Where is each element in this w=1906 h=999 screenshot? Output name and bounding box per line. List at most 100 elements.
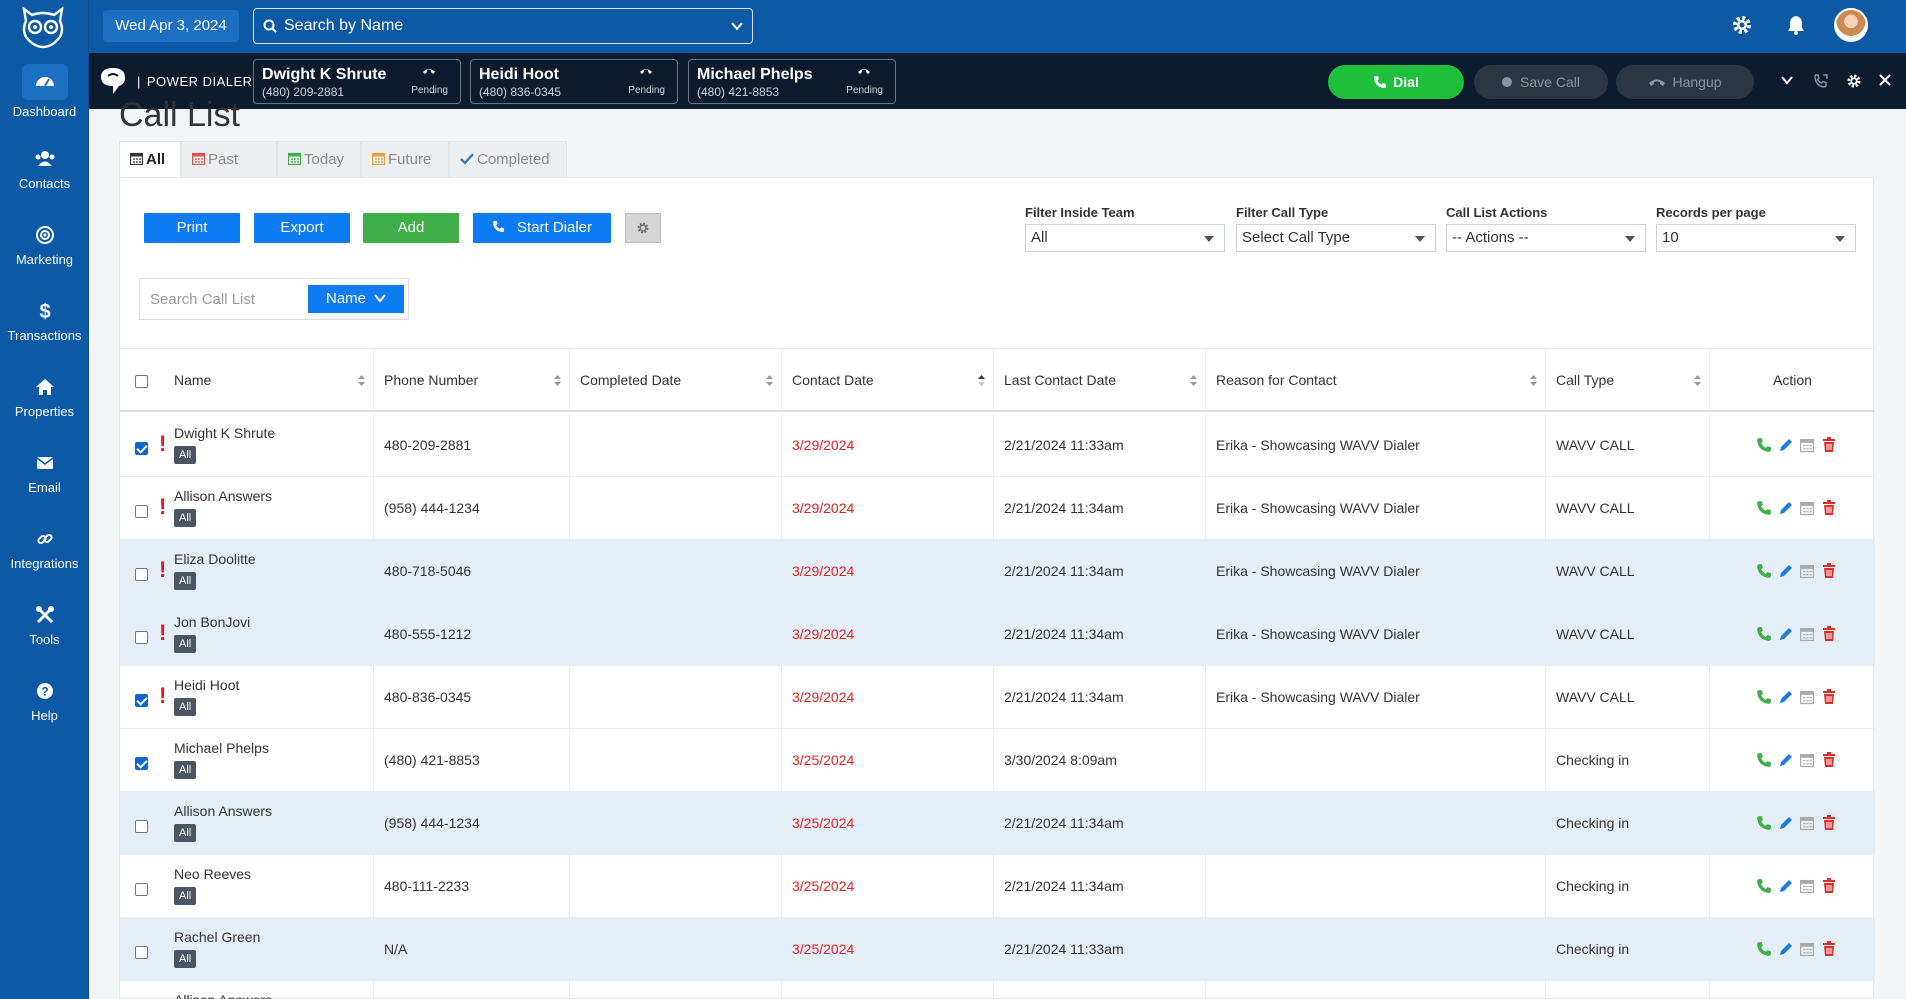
sidebar-item-properties[interactable]: Properties — [0, 376, 89, 419]
row-checkbox[interactable] — [135, 694, 148, 707]
edit-pencil-icon[interactable] — [1778, 878, 1794, 896]
table-row[interactable]: Allison AnswersAll — [120, 981, 1875, 999]
filter-call-type-select[interactable]: Select Call Type — [1236, 224, 1436, 252]
delete-trash-icon[interactable] — [1822, 689, 1838, 707]
row-checkbox[interactable] — [135, 505, 148, 518]
sidebar-item-marketing[interactable]: Marketing — [0, 224, 89, 267]
edit-pencil-icon[interactable] — [1778, 941, 1794, 959]
tab-future[interactable]: Future — [361, 141, 449, 177]
export-button[interactable]: Export — [254, 213, 350, 243]
delete-trash-icon[interactable] — [1822, 878, 1838, 896]
add-button[interactable]: Add — [363, 213, 459, 243]
contact-name-link[interactable]: Dwight K Shrute — [174, 425, 275, 441]
notification-bell-icon[interactable] — [1785, 14, 1807, 36]
column-header-completed-date[interactable]: Completed Date — [570, 349, 782, 411]
delete-trash-icon[interactable] — [1822, 626, 1838, 644]
contact-name-link[interactable]: Heidi Hoot — [174, 677, 239, 693]
edit-pencil-icon[interactable] — [1778, 689, 1794, 707]
sidebar-item-transactions[interactable]: $ Transactions — [0, 300, 89, 343]
reschedule-calendar-icon[interactable] — [1799, 437, 1816, 455]
call-icon[interactable] — [1756, 878, 1772, 896]
sidebar-item-tools[interactable]: Tools — [0, 604, 89, 647]
sidebar-item-contacts[interactable]: Contacts — [0, 148, 89, 191]
select-all-checkbox[interactable] — [135, 375, 148, 388]
print-button[interactable]: Print — [144, 213, 240, 243]
call-icon[interactable] — [1756, 815, 1772, 833]
call-list-search-input[interactable]: Search Call List — [150, 291, 255, 308]
save-call-button[interactable]: Save Call — [1474, 65, 1608, 99]
chevron-down-icon[interactable] — [1780, 73, 1794, 87]
owl-logo-icon[interactable] — [18, 5, 68, 49]
hangup-button[interactable]: Hangup — [1616, 65, 1754, 99]
edit-pencil-icon[interactable] — [1778, 626, 1794, 644]
contact-name-link[interactable]: Eliza Doolitte — [174, 551, 256, 567]
table-row[interactable]: ! Allison Answers All (958) 444-1234 3/29/20… — [120, 477, 1875, 540]
reschedule-calendar-icon[interactable] — [1799, 626, 1816, 644]
edit-pencil-icon[interactable] — [1778, 752, 1794, 770]
edit-pencil-icon[interactable] — [1778, 437, 1794, 455]
row-checkbox[interactable] — [135, 568, 148, 581]
reschedule-calendar-icon[interactable] — [1799, 563, 1816, 581]
reschedule-calendar-icon[interactable] — [1799, 941, 1816, 959]
phone-transfer-icon[interactable] — [1813, 73, 1829, 89]
search-field-dropdown[interactable]: Name — [308, 285, 404, 313]
delete-trash-icon[interactable] — [1822, 500, 1838, 518]
global-search-input[interactable]: Search by Name — [253, 8, 753, 44]
close-icon[interactable] — [1878, 73, 1892, 87]
reschedule-calendar-icon[interactable] — [1799, 689, 1816, 707]
column-header-name[interactable]: Name — [120, 349, 374, 411]
tab-all[interactable]: All — [119, 141, 181, 177]
dialer-call-card[interactable]: Heidi Hoot (480) 836-0345 Pending — [470, 59, 678, 104]
call-icon[interactable] — [1756, 437, 1772, 455]
table-row[interactable]: ! Dwight K Shrute All 480-209-2881 3/29/2024… — [120, 414, 1875, 477]
sidebar-item-help[interactable]: ? Help — [0, 680, 89, 723]
call-icon[interactable] — [1756, 689, 1772, 707]
edit-pencil-icon[interactable] — [1778, 500, 1794, 518]
call-icon[interactable] — [1756, 941, 1772, 959]
tab-today[interactable]: Today — [277, 141, 361, 177]
edit-pencil-icon[interactable] — [1778, 563, 1794, 581]
dialer-call-card[interactable]: Michael Phelps (480) 421-8853 Pending — [688, 59, 896, 104]
table-row[interactable]: Neo Reeves All 480-111-2233 3/25/2024 2/21/2… — [120, 855, 1875, 918]
row-checkbox[interactable] — [135, 883, 148, 896]
column-header-last-contact-date[interactable]: Last Contact Date — [994, 349, 1206, 411]
call-icon[interactable] — [1756, 752, 1772, 770]
filter-inside-team-select[interactable]: All — [1025, 224, 1225, 252]
contact-name-link[interactable]: Michael Phelps — [174, 740, 269, 756]
column-header-contact-date[interactable]: Contact Date — [782, 349, 994, 411]
delete-trash-icon[interactable] — [1822, 815, 1838, 833]
delete-trash-icon[interactable] — [1822, 437, 1838, 455]
dial-button[interactable]: Dial — [1328, 65, 1464, 99]
column-header-reason[interactable]: Reason for Contact — [1206, 349, 1546, 411]
user-avatar[interactable] — [1834, 8, 1868, 42]
settings-gear-icon[interactable] — [1731, 14, 1753, 36]
sidebar-item-dashboard[interactable]: Dashboard — [0, 64, 89, 119]
sidebar-item-integrations[interactable]: Integrations — [0, 528, 89, 571]
contact-name-link[interactable]: Rachel Green — [174, 929, 260, 945]
row-checkbox[interactable] — [135, 946, 148, 959]
row-checkbox[interactable] — [135, 442, 148, 455]
contact-name-link[interactable]: Jon BonJovi — [174, 614, 250, 630]
delete-trash-icon[interactable] — [1822, 752, 1838, 770]
call-icon[interactable] — [1756, 563, 1772, 581]
column-header-phone[interactable]: Phone Number — [374, 349, 570, 411]
row-checkbox[interactable] — [135, 820, 148, 833]
tab-completed[interactable]: Completed — [449, 141, 567, 177]
current-date[interactable]: Wed Apr 3, 2024 — [103, 10, 239, 42]
delete-trash-icon[interactable] — [1822, 563, 1838, 581]
table-row[interactable]: ! Jon BonJovi All 480-555-1212 3/29/2024 2/21… — [120, 603, 1875, 666]
table-row[interactable]: Michael Phelps All (480) 421-8853 3/25/2024… — [120, 729, 1875, 792]
table-row[interactable]: Rachel Green All N/A 3/25/2024 2/21/2024 11:… — [120, 918, 1875, 981]
sidebar-item-email[interactable]: Email — [0, 452, 89, 495]
contact-name-link[interactable]: Allison Answers — [174, 488, 272, 504]
dialer-call-card[interactable]: Dwight K Shrute (480) 209-2881 Pending — [253, 59, 461, 104]
table-row[interactable]: ! Heidi Hoot All 480-836-0345 3/29/2024 2/21/… — [120, 666, 1875, 729]
reschedule-calendar-icon[interactable] — [1799, 878, 1816, 896]
start-dialer-button[interactable]: Start Dialer — [473, 213, 611, 243]
contact-name-link[interactable]: Neo Reeves — [174, 866, 251, 882]
reschedule-calendar-icon[interactable] — [1799, 815, 1816, 833]
reschedule-calendar-icon[interactable] — [1799, 752, 1816, 770]
row-checkbox[interactable] — [135, 757, 148, 770]
dialer-settings-gear-icon[interactable] — [1846, 73, 1862, 89]
records-per-page-select[interactable]: 10 — [1656, 224, 1856, 252]
